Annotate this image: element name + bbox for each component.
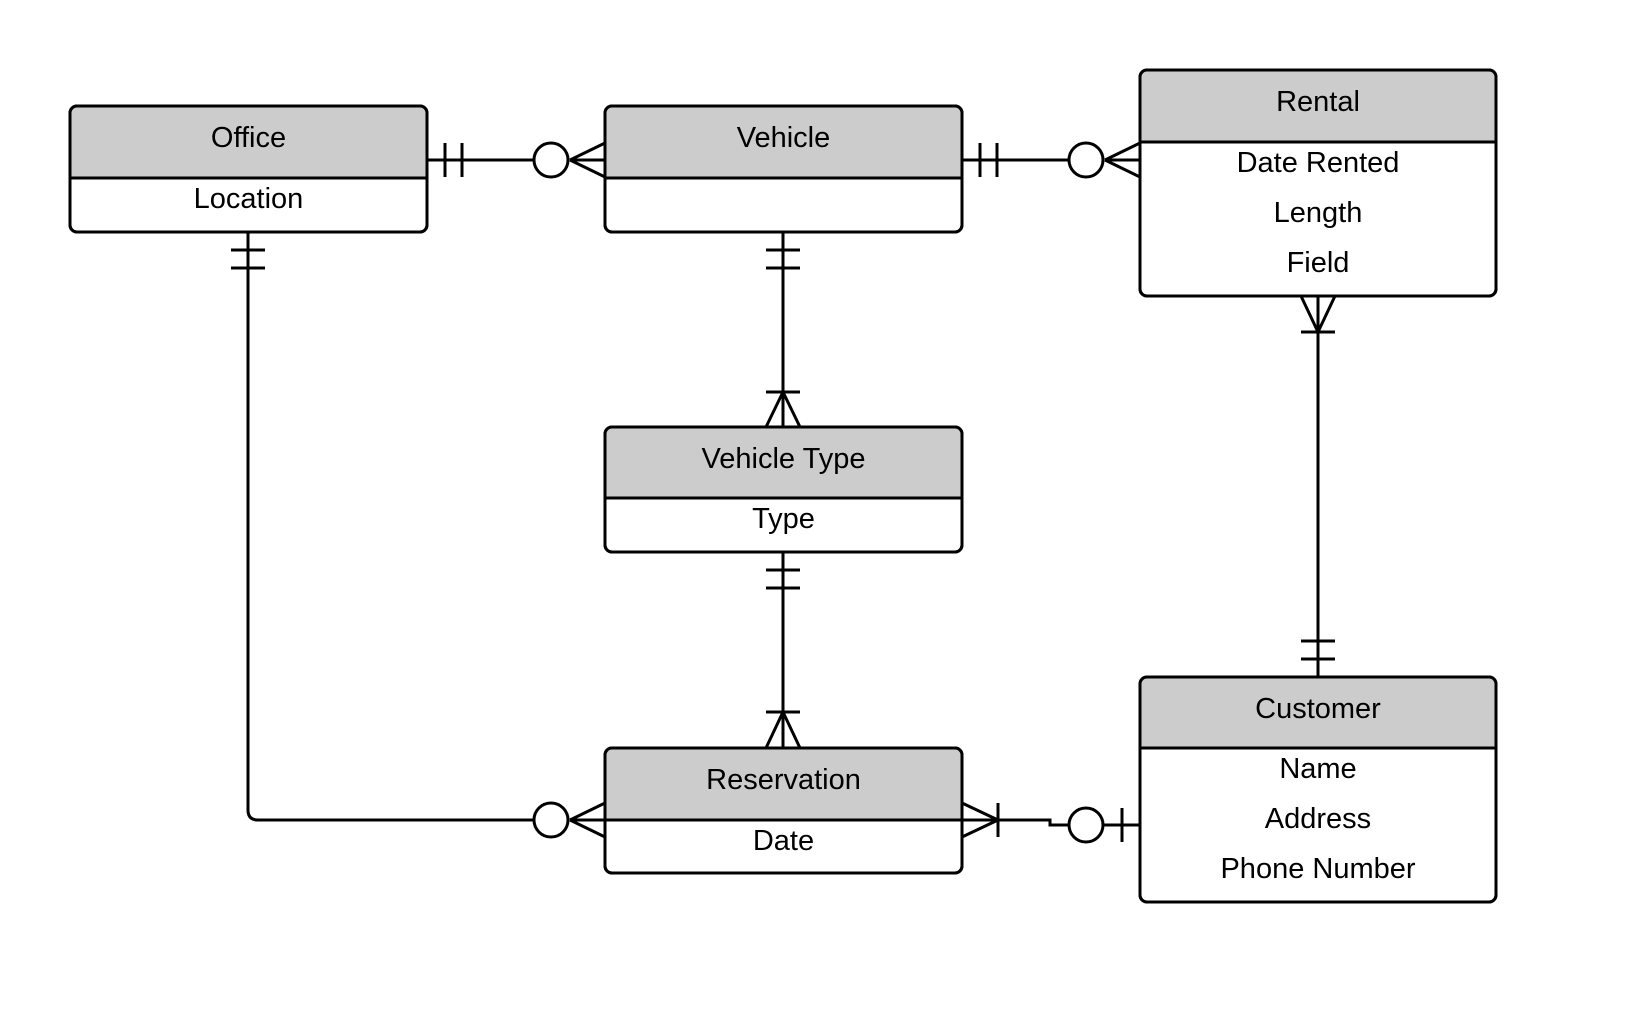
relationship-line-office-reservation [246, 232, 605, 822]
entity-attribute: Name [1279, 753, 1356, 785]
er-diagram: Office Location Vehicle Rental Date Rented Le… [68, 68, 1498, 904]
entity-attribute: Type [752, 503, 815, 535]
entity-title: Customer [1255, 693, 1381, 725]
entity-attribute: Phone Number [1220, 853, 1415, 885]
entity-vehicle[interactable]: Vehicle [603, 104, 964, 234]
entity-attribute: Address [1265, 803, 1371, 835]
entity-title: Rental [1276, 86, 1360, 118]
entity-attribute: Date Rented [1237, 147, 1400, 179]
zero-circle-symbol [532, 141, 570, 179]
entity-office[interactable]: Office Location [68, 104, 429, 234]
entity-attribute: Field [1287, 247, 1350, 279]
entity-reservation[interactable]: Reservation Date [603, 746, 964, 875]
entity-title: Office [211, 122, 286, 154]
entity-attribute: Date [753, 825, 814, 857]
zero-circle-symbol [1067, 806, 1105, 844]
entity-rental[interactable]: Rental Date Rented Length Field [1138, 68, 1498, 298]
zero-circle-symbol [532, 801, 570, 839]
entity-vehicle-type[interactable]: Vehicle Type Type [603, 425, 964, 554]
entity-title: Reservation [706, 764, 861, 796]
entity-attribute: Length [1274, 197, 1363, 229]
zero-circle-symbol [1067, 141, 1105, 179]
entity-attribute: Location [194, 183, 304, 215]
entity-title: Vehicle [737, 122, 831, 154]
entity-title: Vehicle Type [702, 443, 866, 475]
entity-customer[interactable]: Customer Name Address Phone Number [1138, 675, 1498, 904]
